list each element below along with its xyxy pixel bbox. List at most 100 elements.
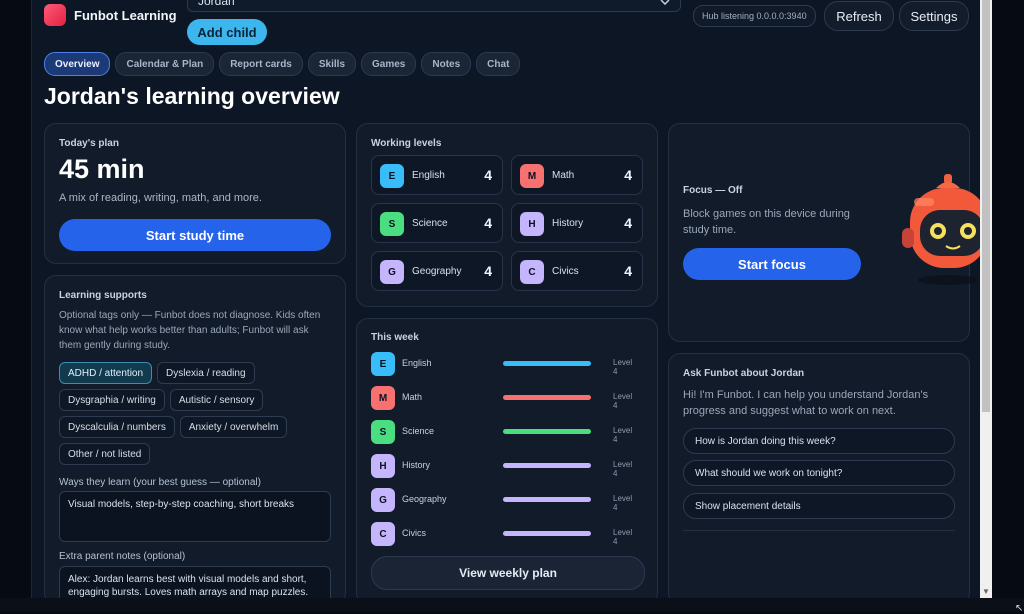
chip-autistic[interactable]: Autistic / sensory bbox=[169, 389, 264, 411]
subject-badge: S bbox=[371, 420, 395, 444]
chip-dyscalculia[interactable]: Dyscalculia / numbers bbox=[59, 416, 175, 438]
focus-title: Focus — Off bbox=[683, 185, 743, 196]
ways-learn-label: Ways they learn (your best guess — optio… bbox=[59, 477, 261, 488]
week-row-science: S Science Level 4 bbox=[371, 419, 633, 445]
level-math[interactable]: M Math 4 bbox=[511, 155, 643, 195]
this-week-title: This week bbox=[371, 332, 419, 343]
suggestion-button[interactable]: How is Jordan doing this week? bbox=[683, 428, 955, 454]
parent-notes-label: Extra parent notes (optional) bbox=[59, 551, 186, 562]
subject-level: 4 bbox=[484, 263, 492, 279]
subject-name: Math bbox=[402, 392, 423, 402]
week-row-history: H History Level 4 bbox=[371, 453, 633, 479]
subject-badge: S bbox=[380, 212, 404, 236]
tab-report-cards[interactable]: Report cards bbox=[219, 52, 303, 76]
subject-level: Level 4 bbox=[613, 426, 633, 444]
subject-name: History bbox=[402, 460, 431, 470]
parent-notes-field[interactable]: Alex: Jordan learns best with visual mod… bbox=[59, 566, 331, 598]
subject-badge: E bbox=[380, 164, 404, 188]
start-study-button[interactable]: Start study time bbox=[59, 219, 331, 251]
working-levels-card: Working levels E English 4 M Math 4 S Sc… bbox=[356, 123, 658, 307]
chip-anxiety[interactable]: Anxiety / overwhelm bbox=[179, 416, 288, 438]
level-civics[interactable]: C Civics 4 bbox=[511, 251, 643, 291]
subject-badge: G bbox=[371, 488, 395, 512]
chevron-down-icon bbox=[660, 0, 670, 8]
progress-bar bbox=[503, 395, 591, 400]
week-row-math: M Math Level 4 bbox=[371, 385, 633, 411]
tab-bar: Overview Calendar & Plan Report cards Sk… bbox=[44, 52, 521, 76]
refresh-button[interactable]: Refresh bbox=[824, 1, 894, 31]
subject-badge: M bbox=[371, 386, 395, 410]
page-scrollbar[interactable]: ▼ bbox=[980, 0, 992, 598]
brand: Funbot Learning bbox=[44, 4, 177, 26]
chip-adhd[interactable]: ADHD / attention bbox=[59, 362, 153, 384]
supports-title: Learning supports bbox=[59, 290, 147, 301]
progress-bar bbox=[503, 463, 591, 468]
funbot-logo-icon bbox=[44, 4, 66, 26]
working-levels-title: Working levels bbox=[371, 138, 442, 149]
plan-description: A mix of reading, writing, math, and mor… bbox=[59, 192, 262, 204]
suggestion-button[interactable]: What should we work on tonight? bbox=[683, 460, 955, 486]
level-english[interactable]: E English 4 bbox=[371, 155, 503, 195]
suggestion-button[interactable]: Show placement details bbox=[683, 493, 955, 519]
subject-name: Geography bbox=[402, 494, 447, 504]
level-history[interactable]: H History 4 bbox=[511, 203, 643, 243]
progress-bar bbox=[503, 531, 591, 536]
working-levels-grid: E English 4 M Math 4 S Science 4 H Histo… bbox=[371, 155, 643, 291]
bottom-bar bbox=[0, 598, 1024, 612]
chip-dyslexia[interactable]: Dyslexia / reading bbox=[157, 362, 255, 384]
start-focus-button[interactable]: Start focus bbox=[683, 248, 861, 280]
ask-title: Ask Funbot about Jordan bbox=[683, 368, 805, 379]
add-child-button[interactable]: Add child bbox=[187, 19, 267, 45]
subject-name: English bbox=[412, 170, 445, 181]
subject-level: 4 bbox=[624, 167, 632, 183]
focus-description: Block games on this device during study … bbox=[683, 208, 850, 236]
subject-level: Level 4 bbox=[613, 460, 633, 478]
subject-level: 4 bbox=[484, 167, 492, 183]
subject-badge: H bbox=[520, 212, 544, 236]
subject-level: Level 4 bbox=[613, 358, 633, 376]
progress-bar bbox=[503, 361, 591, 366]
subject-badge: C bbox=[520, 260, 544, 284]
subject-level: 4 bbox=[624, 215, 632, 231]
week-row-civics: C Civics Level 4 bbox=[371, 521, 633, 547]
level-science[interactable]: S Science 4 bbox=[371, 203, 503, 243]
week-row-geography: G Geography Level 4 bbox=[371, 487, 633, 513]
tab-chat[interactable]: Chat bbox=[476, 52, 521, 76]
tab-games[interactable]: Games bbox=[361, 52, 417, 76]
subject-name: Math bbox=[552, 170, 575, 181]
subject-level: Level 4 bbox=[613, 528, 633, 546]
tab-calendar-plan[interactable]: Calendar & Plan bbox=[115, 52, 215, 76]
settings-button[interactable]: Settings bbox=[899, 1, 969, 31]
subject-level: Level 4 bbox=[613, 392, 633, 410]
mouse-cursor-icon: ↖ bbox=[1015, 603, 1024, 614]
week-row-english: E English Level 4 bbox=[371, 351, 633, 377]
subject-badge: G bbox=[380, 260, 404, 284]
divider bbox=[683, 530, 955, 531]
subject-badge: M bbox=[520, 164, 544, 188]
subject-name: Civics bbox=[552, 266, 579, 277]
tab-notes[interactable]: Notes bbox=[421, 52, 472, 76]
subject-name: Geography bbox=[412, 266, 462, 277]
tab-skills[interactable]: Skills bbox=[307, 52, 357, 76]
hub-status-badge: Hub listening 0.0.0.0:3940 bbox=[693, 5, 816, 27]
ask-description: Hi! I'm Funbot. I can help you understan… bbox=[683, 389, 929, 417]
level-geography[interactable]: G Geography 4 bbox=[371, 251, 503, 291]
subject-badge: H bbox=[371, 454, 395, 478]
ask-funbot-card: Ask Funbot about Jordan Hi! I'm Funbot. … bbox=[668, 353, 970, 598]
supports-chips: ADHD / attention Dyslexia / reading Dysg… bbox=[59, 362, 339, 465]
child-select[interactable]: Jordan bbox=[187, 0, 681, 12]
chip-other[interactable]: Other / not listed bbox=[59, 443, 151, 465]
ways-learn-field[interactable]: Visual models, step-by-step coaching, sh… bbox=[59, 491, 331, 542]
subject-name: English bbox=[402, 358, 432, 368]
scrollbar-thumb[interactable] bbox=[982, 0, 990, 412]
learning-supports-card: Learning supports Optional tags only — F… bbox=[44, 275, 346, 598]
chip-dysgraphia[interactable]: Dysgraphia / writing bbox=[59, 389, 165, 411]
scroll-down-arrow-icon[interactable]: ▼ bbox=[982, 587, 990, 596]
progress-bar bbox=[503, 497, 591, 502]
child-select-value: Jordan bbox=[198, 0, 235, 8]
supports-description: Optional tags only — Funbot does not dia… bbox=[59, 310, 321, 351]
view-weekly-plan-button[interactable]: View weekly plan bbox=[371, 556, 645, 590]
this-week-card: This week E English Level 4 M Math Level… bbox=[356, 318, 658, 598]
tab-overview[interactable]: Overview bbox=[44, 52, 111, 76]
subject-level: Level 4 bbox=[613, 494, 633, 512]
